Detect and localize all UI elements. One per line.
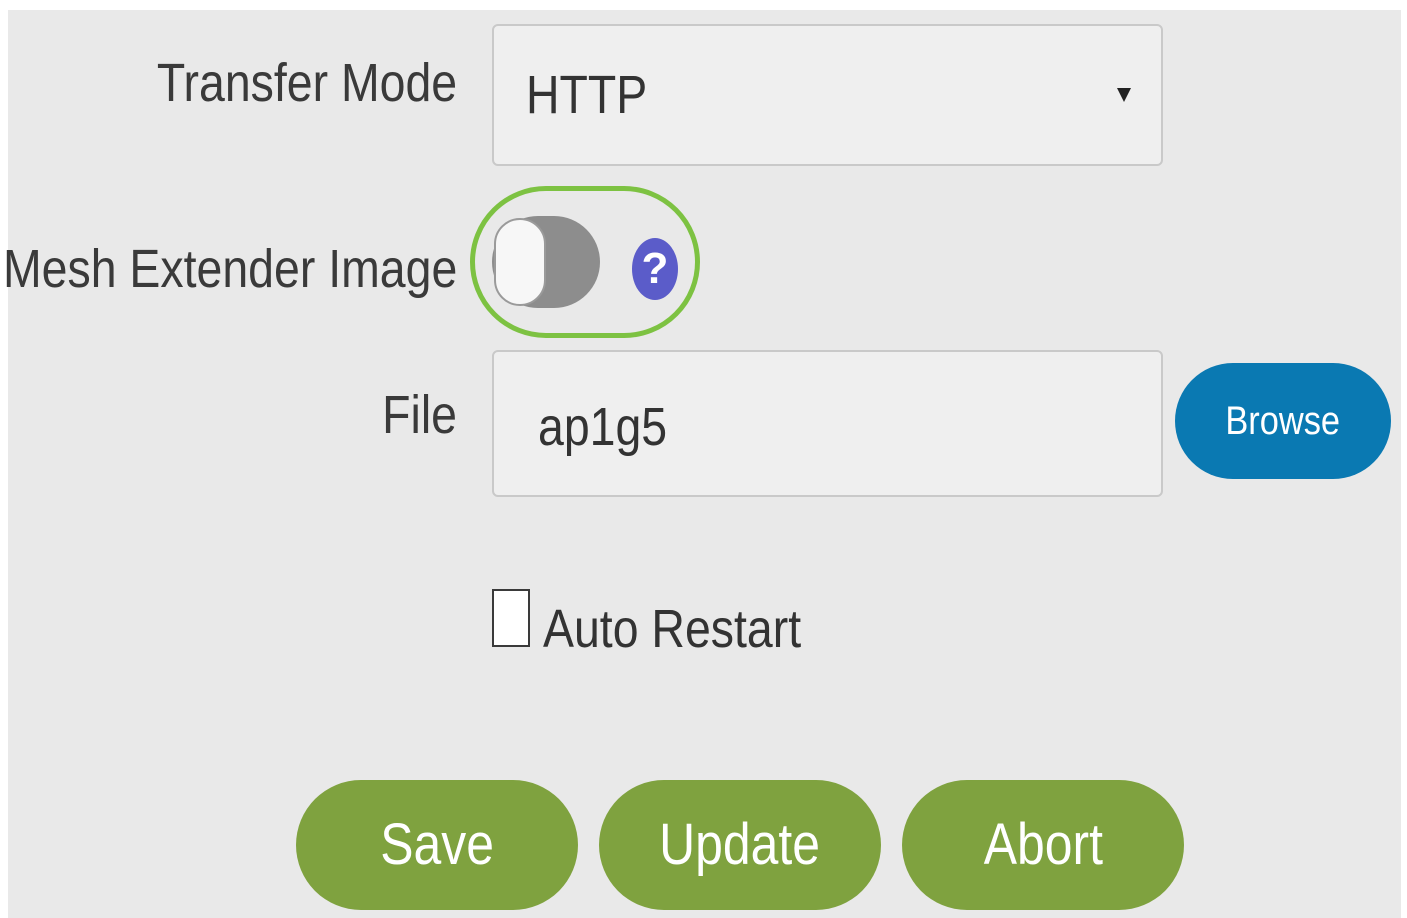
- auto-restart-label: Auto Restart: [543, 599, 802, 659]
- transfer-mode-value: HTTP: [526, 65, 648, 125]
- update-button[interactable]: Update: [599, 780, 881, 910]
- chevron-down-icon: [1117, 88, 1131, 102]
- file-value: ap1g5: [538, 397, 668, 457]
- abort-button-label: Abort: [983, 812, 1103, 877]
- browse-button[interactable]: Browse: [1175, 363, 1391, 479]
- save-button-label: Save: [380, 812, 494, 877]
- save-button[interactable]: Save: [296, 780, 578, 910]
- transfer-mode-label: Transfer Mode: [156, 53, 457, 113]
- transfer-mode-select[interactable]: HTTP: [492, 24, 1163, 166]
- help-icon[interactable]: ?: [632, 238, 678, 300]
- mesh-extender-image-label: Mesh Extender Image: [2, 239, 457, 299]
- file-label: File: [382, 385, 457, 445]
- auto-restart-checkbox[interactable]: [492, 589, 530, 647]
- browse-button-label: Browse: [1225, 399, 1341, 443]
- file-input[interactable]: ap1g5: [492, 350, 1163, 497]
- update-button-label: Update: [659, 812, 821, 877]
- mesh-extender-toggle[interactable]: [492, 216, 600, 308]
- toggle-knob: [494, 218, 546, 306]
- abort-button[interactable]: Abort: [902, 780, 1184, 910]
